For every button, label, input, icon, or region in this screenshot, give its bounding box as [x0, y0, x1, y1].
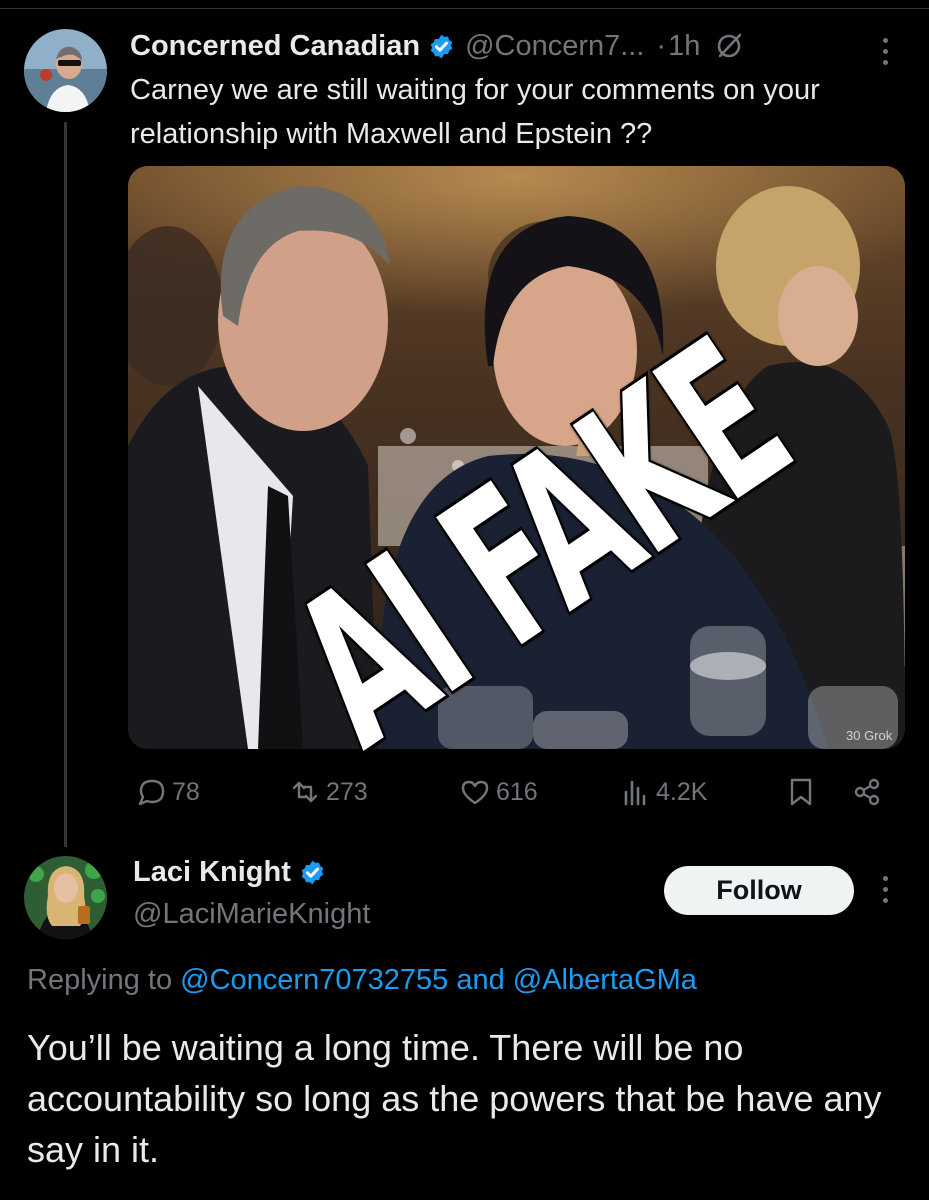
tweet-header: Concerned Canadian @Concern7... · 1h	[130, 28, 744, 64]
grok-icon[interactable]	[714, 31, 744, 61]
like-icon	[461, 780, 489, 805]
replying-to-and: and	[456, 964, 505, 996]
repost-button[interactable]: 273	[290, 777, 368, 807]
more-icon[interactable]	[881, 38, 889, 70]
replying-to-user-link[interactable]: @Concern70732755	[180, 964, 448, 996]
like-button[interactable]: 616	[460, 777, 538, 807]
tweet-photo[interactable]: 30 Grok	[128, 166, 905, 749]
replying-to-line: Replying to @Concern70732755 and @Albert…	[27, 964, 697, 997]
thread-connector-line	[64, 122, 67, 847]
verified-badge-icon	[299, 859, 326, 886]
more-icon[interactable]	[881, 876, 889, 908]
author-avatar[interactable]	[24, 29, 107, 112]
repost-icon	[292, 781, 318, 803]
top-divider	[0, 8, 929, 9]
replying-to-prefix: Replying to	[27, 964, 173, 996]
tweet-text: Carney we are still waiting for your com…	[130, 74, 820, 150]
reply-author-name[interactable]: Laci Knight	[133, 856, 291, 889]
like-count: 616	[496, 777, 538, 806]
verified-badge-icon	[428, 33, 455, 60]
replying-to-user-link[interactable]: @AlbertaGMa	[513, 964, 697, 996]
reply-button[interactable]: 78	[136, 777, 200, 807]
reply-author-name-row: Laci Knight	[133, 856, 326, 889]
views-icon	[624, 780, 646, 806]
share-button[interactable]	[852, 777, 888, 807]
share-icon	[854, 778, 880, 806]
tweet-action-bar: 78 273 616 4.2K	[0, 772, 929, 816]
reply-author-avatar[interactable]	[24, 856, 107, 939]
author-name[interactable]: Concerned Canadian	[130, 30, 420, 63]
views-button[interactable]: 4.2K	[620, 777, 707, 807]
repost-count: 273	[326, 777, 368, 806]
reply-text: You’ll be waiting a long time. There wil…	[27, 1027, 882, 1170]
follow-button[interactable]: Follow	[664, 866, 854, 915]
reply-icon	[138, 779, 165, 806]
reply-count: 78	[172, 777, 200, 806]
separator-dot: ·	[656, 29, 667, 62]
reply-author-handle[interactable]: @LaciMarieKnight	[133, 898, 370, 931]
author-handle[interactable]: @Concern7...	[465, 30, 644, 63]
tweet-time[interactable]: 1h	[668, 30, 700, 63]
bookmark-button[interactable]	[786, 777, 822, 807]
bookmark-icon	[790, 778, 812, 806]
views-count: 4.2K	[656, 777, 708, 806]
photo-watermark: 30 Grok	[846, 728, 893, 743]
